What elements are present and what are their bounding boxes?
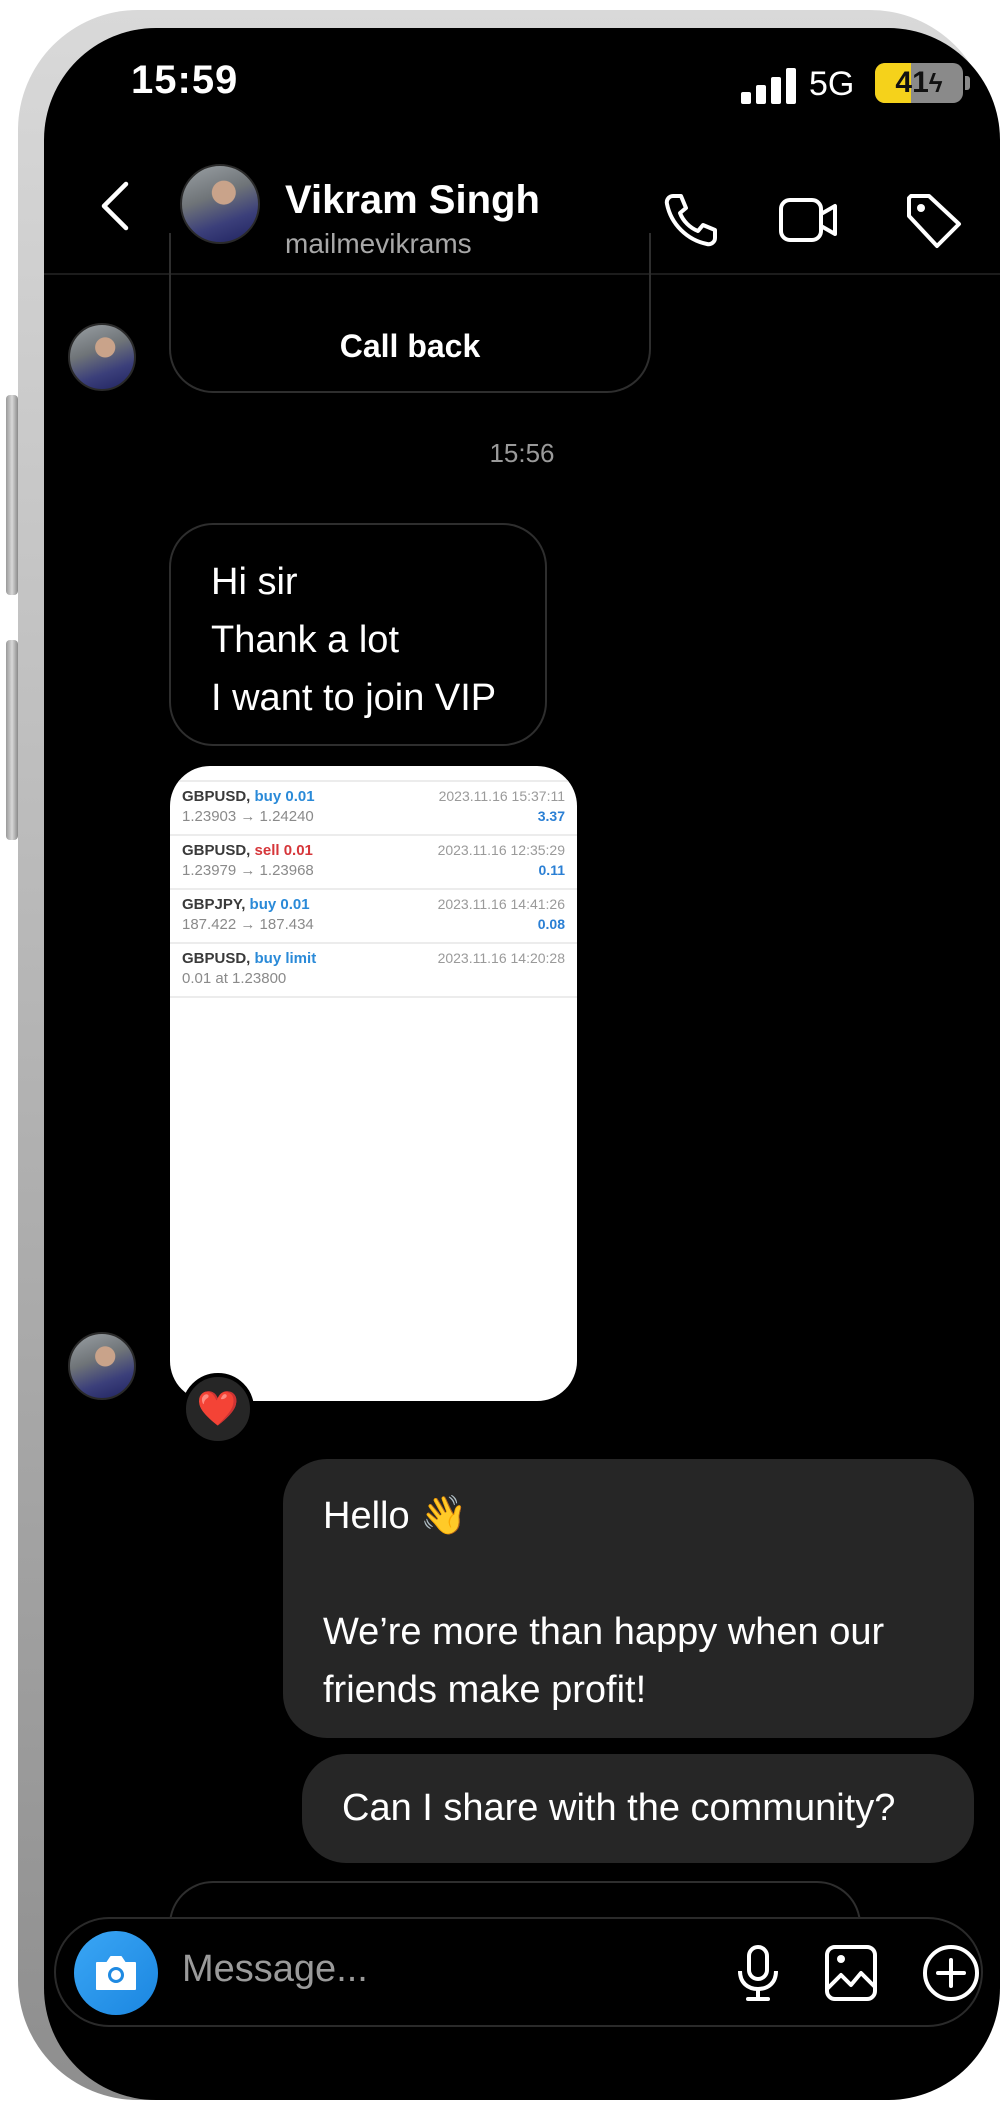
trade-datetime: 2023.11.16 12:35:29 bbox=[437, 842, 565, 858]
image-icon bbox=[825, 1945, 877, 2001]
message-timestamp: 15:56 bbox=[489, 438, 555, 468]
volume-up-button[interactable] bbox=[6, 395, 18, 595]
trade-action: buy 0.01 bbox=[254, 788, 315, 805]
heart-reaction[interactable]: ❤️ bbox=[182, 1373, 254, 1445]
message-line: Hi sir bbox=[211, 561, 298, 603]
battery-label: 41ϟ bbox=[895, 66, 943, 99]
message-composer bbox=[54, 1917, 983, 2027]
gallery-button[interactable] bbox=[821, 1943, 881, 2003]
message-line: Hello 👋 bbox=[323, 1495, 468, 1537]
trade-symbol: GBPJPY, buy 0.01 bbox=[182, 896, 310, 913]
sender-avatar[interactable] bbox=[68, 323, 136, 391]
plus-circle-icon bbox=[923, 1945, 979, 2001]
tag-icon bbox=[907, 194, 961, 248]
more-options-button[interactable] bbox=[921, 1943, 981, 2003]
trade-action: sell 0.01 bbox=[254, 842, 313, 859]
trade-prices: 187.422 → 187.434 bbox=[182, 916, 314, 933]
trade-symbol: GBPUSD, sell 0.01 bbox=[182, 842, 313, 859]
trade-action: buy 0.01 bbox=[249, 896, 310, 913]
trade-datetime: 2023.11.16 14:41:26 bbox=[437, 896, 565, 912]
status-time: 15:59 bbox=[131, 58, 239, 102]
video-call-button[interactable] bbox=[777, 188, 841, 252]
screen: 15:59 5G 41ϟ Vikram Singh mailmevikrams bbox=[44, 28, 1000, 2100]
network-type: 5G bbox=[809, 65, 855, 103]
trade-row: GBPUSD, buy limit 0.01 at 1.23800 2023.11.… bbox=[170, 944, 577, 998]
microphone-icon bbox=[738, 1945, 778, 2001]
trade-prices: 0.01 at 1.23800 bbox=[182, 970, 287, 987]
trade-datetime: 2023.11.16 14:20:28 bbox=[437, 950, 565, 966]
trade-symbol: GBPUSD, buy 0.01 bbox=[182, 788, 315, 805]
trade-profit: 0.08 bbox=[537, 916, 565, 932]
video-camera-icon bbox=[779, 198, 837, 242]
volume-down-button[interactable] bbox=[6, 640, 18, 840]
battery-icon: 41ϟ bbox=[875, 63, 963, 103]
phone-icon bbox=[664, 194, 717, 247]
outgoing-message-bubble[interactable]: Hello 👋 We’re more than happy when our f… bbox=[283, 1459, 974, 1738]
outgoing-message-bubble[interactable]: Can I share with the community? bbox=[302, 1754, 974, 1863]
trade-row: GBPUSD, buy 0.01 1.23903 → 1.24240 2023.11… bbox=[170, 782, 577, 836]
trade-datetime: 2023.11.16 15:37:11 bbox=[438, 788, 565, 804]
sender-avatar[interactable] bbox=[68, 1332, 136, 1400]
trade-row: GBPJPY, buy 0.01 187.422 → 187.434 2023.11… bbox=[170, 890, 577, 944]
camera-button[interactable] bbox=[74, 1931, 158, 2015]
trade-prices: 1.23979 → 1.23968 bbox=[182, 862, 314, 879]
message-line: Can I share with the community? bbox=[342, 1787, 896, 1829]
message-line: We’re more than happy when our bbox=[323, 1611, 885, 1653]
camera-icon bbox=[96, 1956, 136, 1990]
heart-icon: ❤️ bbox=[196, 1390, 240, 1428]
trade-prices: 1.23903 → 1.24240 bbox=[182, 808, 314, 825]
trade-list: GBPUSD, buy 0.01 1.23903 → 1.24240 2023.11… bbox=[170, 782, 577, 998]
call-back-button[interactable]: Call back bbox=[171, 328, 649, 365]
chevron-left-icon bbox=[101, 181, 129, 231]
voice-message-button[interactable] bbox=[728, 1943, 788, 2003]
call-back-card: Call back bbox=[169, 233, 651, 393]
contact-avatar[interactable] bbox=[180, 164, 260, 244]
phone-frame: 15:59 5G 41ϟ Vikram Singh mailmevikrams bbox=[18, 10, 1000, 2100]
trade-profit: 0.11 bbox=[538, 862, 565, 878]
trade-profit: 3.37 bbox=[537, 808, 565, 824]
voice-call-button[interactable] bbox=[659, 188, 723, 252]
back-button[interactable] bbox=[88, 176, 148, 236]
battery-cap bbox=[965, 76, 970, 90]
trade-history-image[interactable]: GBPUSD, buy 0.01 1.23903 → 1.24240 2023.11… bbox=[170, 766, 577, 1401]
message-input[interactable] bbox=[180, 1947, 624, 1992]
tag-button[interactable] bbox=[901, 188, 965, 252]
message-line: I want to join VIP bbox=[211, 677, 497, 719]
incoming-message-bubble[interactable]: Hi sir Thank a lot I want to join VIP bbox=[169, 523, 547, 746]
trade-action: buy limit bbox=[254, 950, 317, 967]
trade-symbol: GBPUSD, buy limit bbox=[182, 950, 317, 967]
message-line: Thank a lot bbox=[211, 619, 399, 661]
message-line: friends make profit! bbox=[323, 1669, 647, 1711]
trade-row: GBPUSD, sell 0.01 1.23979 → 1.23968 2023.1… bbox=[170, 836, 577, 890]
contact-name[interactable]: Vikram Singh bbox=[285, 178, 540, 223]
signal-icon bbox=[741, 68, 799, 104]
